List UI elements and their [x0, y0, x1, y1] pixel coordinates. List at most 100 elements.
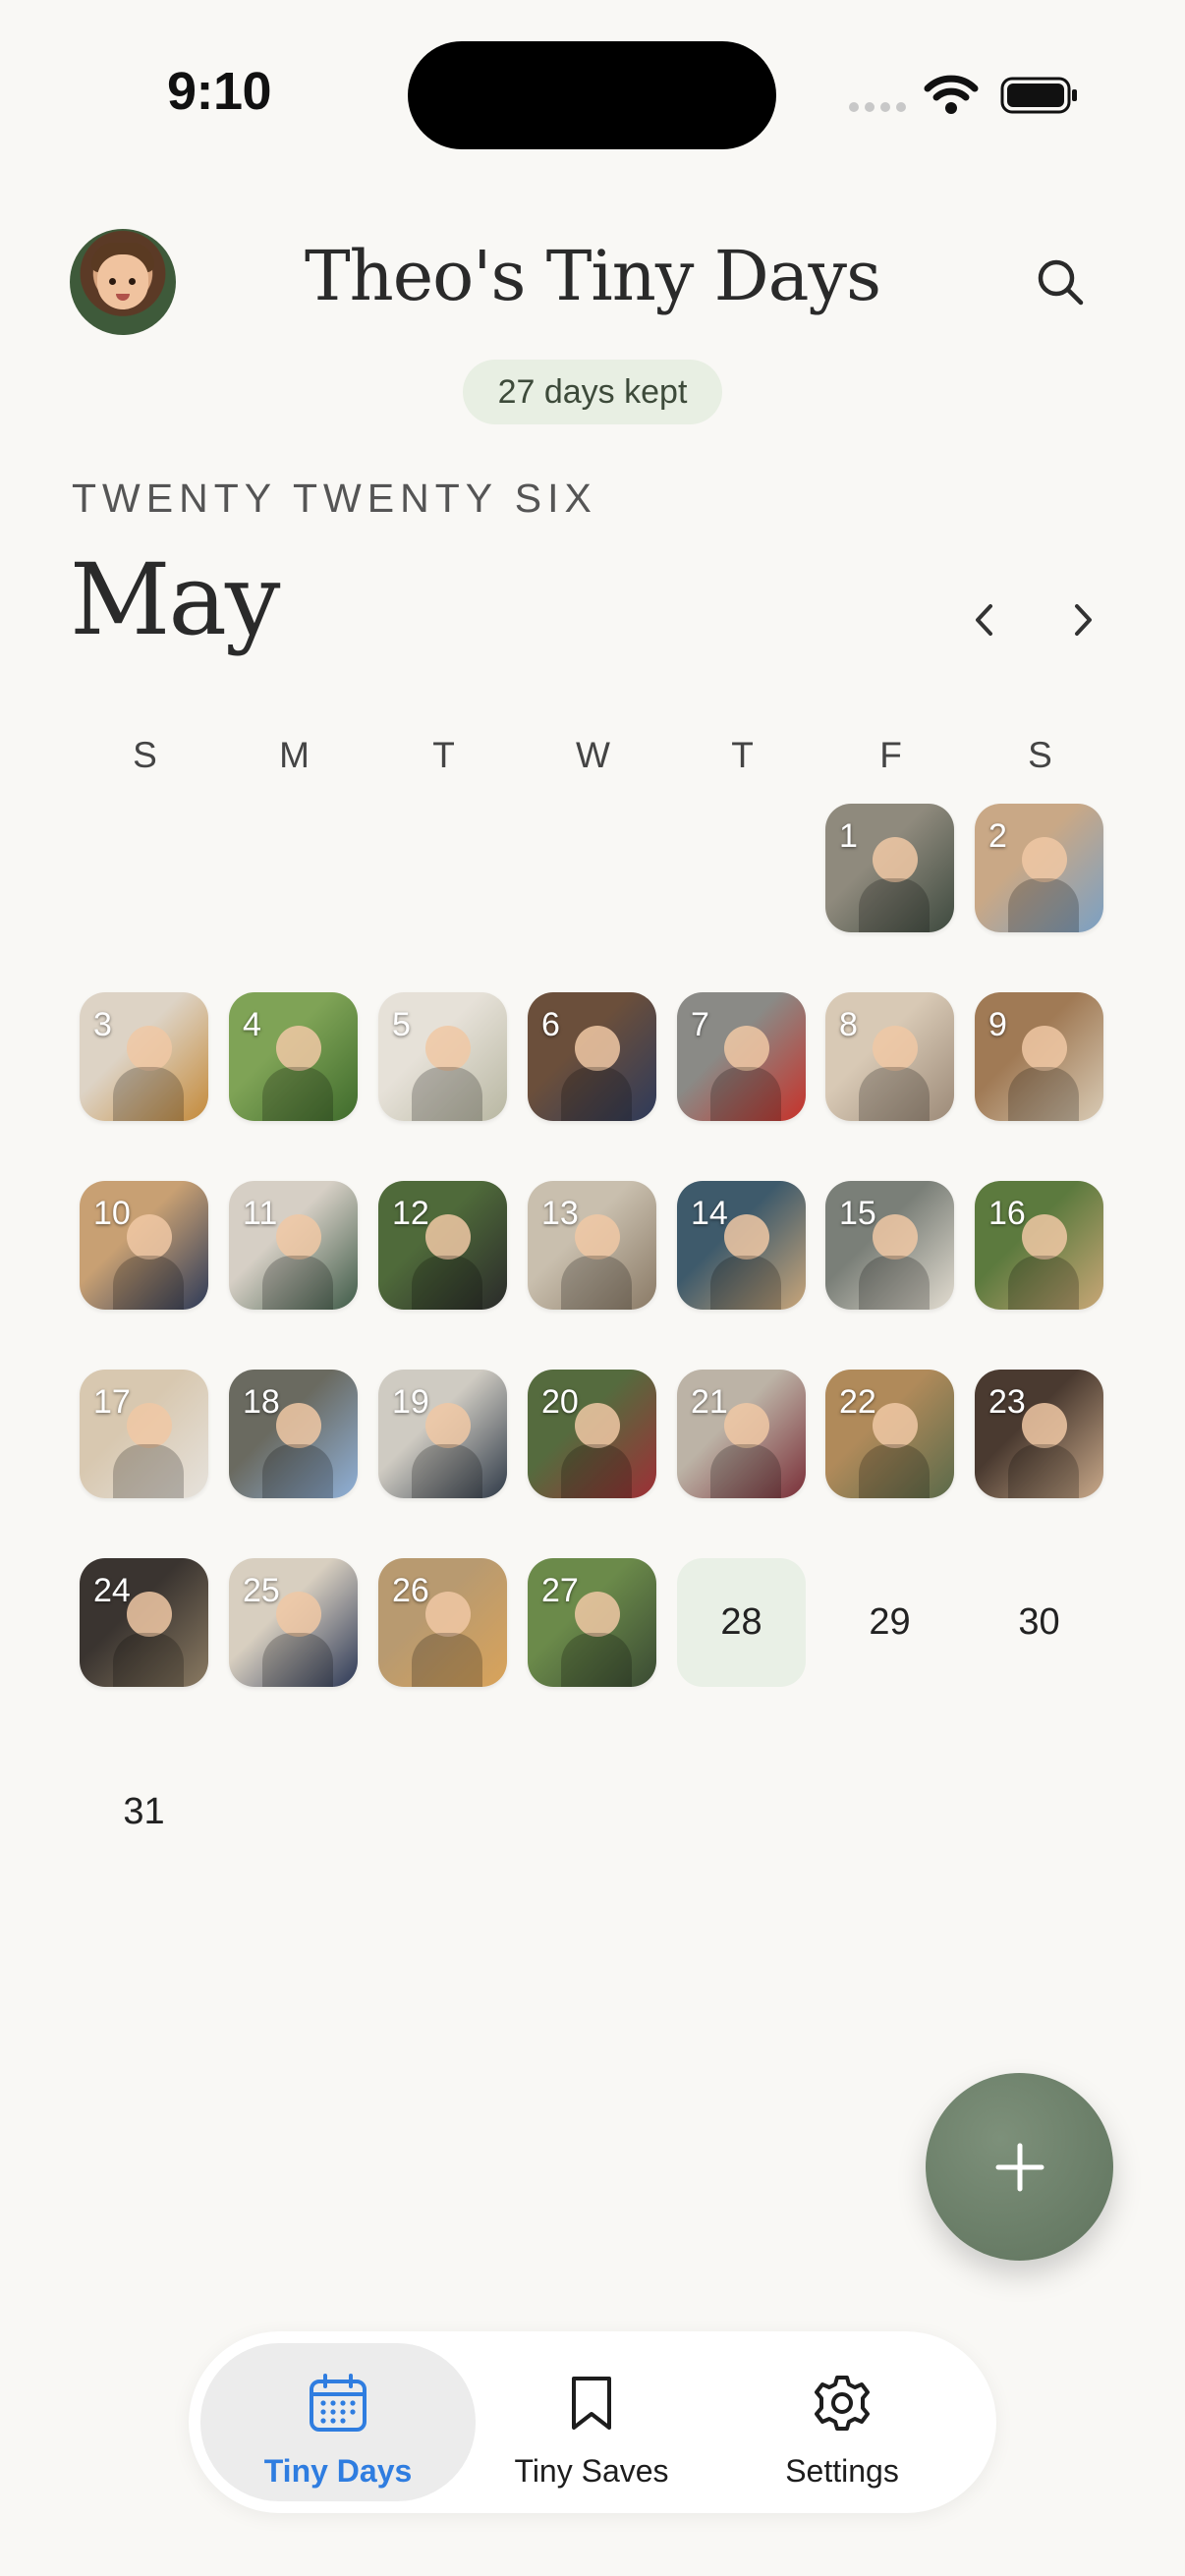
day-number: 1: [839, 817, 858, 855]
photo-thumbnail: [1008, 1444, 1079, 1498]
day-number: 30: [1018, 1601, 1060, 1643]
calendar-day-today[interactable]: 28: [677, 1558, 806, 1687]
dynamic-island: [408, 41, 776, 149]
add-day-button[interactable]: [926, 2073, 1113, 2261]
calendar-icon: [310, 2374, 367, 2432]
calendar-day-photo[interactable]: 23: [975, 1370, 1103, 1498]
day-number: 18: [243, 1383, 280, 1421]
calendar-day-photo[interactable]: 6: [528, 992, 656, 1121]
next-month-button[interactable]: [1061, 594, 1104, 645]
weekday-label: T: [432, 735, 455, 775]
calendar-day-photo[interactable]: 8: [825, 992, 954, 1121]
photo-thumbnail: [1008, 1067, 1079, 1121]
calendar-day-photo[interactable]: 7: [677, 992, 806, 1121]
photo-thumbnail: [724, 1026, 769, 1071]
photo-thumbnail: [710, 1444, 781, 1498]
day-number: 6: [541, 1006, 560, 1043]
calendar-day-photo[interactable]: 18: [229, 1370, 358, 1498]
calendar-day-photo[interactable]: 19: [378, 1370, 507, 1498]
day-number: 27: [541, 1572, 579, 1609]
calendar-day-photo[interactable]: 3: [80, 992, 208, 1121]
calendar-day-photo[interactable]: 2: [975, 804, 1103, 932]
battery-icon: [1000, 77, 1077, 114]
photo-thumbnail: [262, 1633, 333, 1687]
photo-thumbnail: [262, 1256, 333, 1310]
calendar-day-photo[interactable]: 14: [677, 1181, 806, 1310]
photo-thumbnail: [276, 1026, 321, 1071]
day-number: 11: [243, 1195, 278, 1232]
photo-thumbnail: [561, 1444, 632, 1498]
tab-tiny-days[interactable]: Tiny Days: [200, 2343, 476, 2501]
bookmark-icon: [572, 2377, 611, 2430]
day-number: 14: [691, 1195, 728, 1232]
wifi-icon: [924, 75, 979, 114]
calendar-day-photo[interactable]: 24: [80, 1558, 208, 1687]
photo-thumbnail: [575, 1214, 620, 1260]
day-number: 29: [869, 1601, 911, 1643]
photo-thumbnail: [113, 1444, 184, 1498]
calendar-day-photo[interactable]: 22: [825, 1370, 954, 1498]
photo-thumbnail: [575, 1592, 620, 1637]
photo-thumbnail: [113, 1256, 184, 1310]
photo-thumbnail: [412, 1067, 482, 1121]
previous-month-button[interactable]: [963, 594, 1006, 645]
tab-tiny-saves[interactable]: Tiny Saves: [454, 2343, 729, 2501]
day-number: 10: [93, 1195, 131, 1232]
calendar-day-photo[interactable]: 11: [229, 1181, 358, 1310]
photo-thumbnail: [276, 1214, 321, 1260]
calendar-day-photo[interactable]: 1: [825, 804, 954, 932]
photo-thumbnail: [276, 1403, 321, 1448]
photo-thumbnail: [425, 1026, 471, 1071]
tab-bar: Tiny Days Tiny Saves Settings: [189, 2331, 996, 2513]
calendar-day-photo[interactable]: 9: [975, 992, 1103, 1121]
calendar-day-photo[interactable]: 15: [825, 1181, 954, 1310]
day-number: 3: [93, 1006, 112, 1043]
photo-thumbnail: [127, 1026, 172, 1071]
calendar-day-photo[interactable]: 20: [528, 1370, 656, 1498]
calendar-day[interactable]: 31: [80, 1748, 208, 1876]
tab-settings[interactable]: Settings: [705, 2343, 980, 2501]
photo-thumbnail: [262, 1444, 333, 1498]
search-icon[interactable]: [1032, 253, 1091, 312]
day-number: 7: [691, 1006, 709, 1043]
photo-thumbnail: [859, 1256, 930, 1310]
photo-thumbnail: [724, 1403, 769, 1448]
photo-thumbnail: [113, 1633, 184, 1687]
calendar-day-photo[interactable]: 4: [229, 992, 358, 1121]
calendar-day-photo[interactable]: 27: [528, 1558, 656, 1687]
day-number: 12: [392, 1195, 429, 1232]
photo-thumbnail: [127, 1214, 172, 1260]
day-number: 16: [988, 1195, 1026, 1232]
weekday-label: T: [731, 735, 754, 775]
calendar-day-photo[interactable]: 25: [229, 1558, 358, 1687]
calendar-day-photo[interactable]: 26: [378, 1558, 507, 1687]
day-number: 9: [988, 1006, 1007, 1043]
calendar-day-photo[interactable]: 21: [677, 1370, 806, 1498]
calendar-day-photo[interactable]: 5: [378, 992, 507, 1121]
day-number: 15: [839, 1195, 876, 1232]
photo-thumbnail: [425, 1214, 471, 1260]
photo-thumbnail: [859, 878, 930, 932]
calendar-day[interactable]: 29: [825, 1558, 954, 1687]
photo-thumbnail: [575, 1403, 620, 1448]
calendar-day-photo[interactable]: 10: [80, 1181, 208, 1310]
day-number: 22: [839, 1383, 876, 1421]
plus-icon: [995, 2143, 1044, 2192]
photo-thumbnail: [1022, 1214, 1067, 1260]
calendar-day-photo[interactable]: 16: [975, 1181, 1103, 1310]
calendar-day-photo[interactable]: 12: [378, 1181, 507, 1310]
cellular-signal-icon: [849, 102, 906, 112]
calendar-day[interactable]: 30: [975, 1558, 1103, 1687]
month-label: May: [70, 542, 281, 657]
photo-thumbnail: [710, 1067, 781, 1121]
photo-thumbnail: [873, 1214, 918, 1260]
weekday-label: S: [133, 735, 157, 775]
photo-thumbnail: [1008, 878, 1079, 932]
photo-thumbnail: [873, 1026, 918, 1071]
day-number: 4: [243, 1006, 261, 1043]
gear-icon: [815, 2376, 870, 2431]
calendar-day-photo[interactable]: 13: [528, 1181, 656, 1310]
calendar-day-photo[interactable]: 17: [80, 1370, 208, 1498]
day-number: 2: [988, 817, 1007, 855]
day-number: 13: [541, 1195, 579, 1232]
